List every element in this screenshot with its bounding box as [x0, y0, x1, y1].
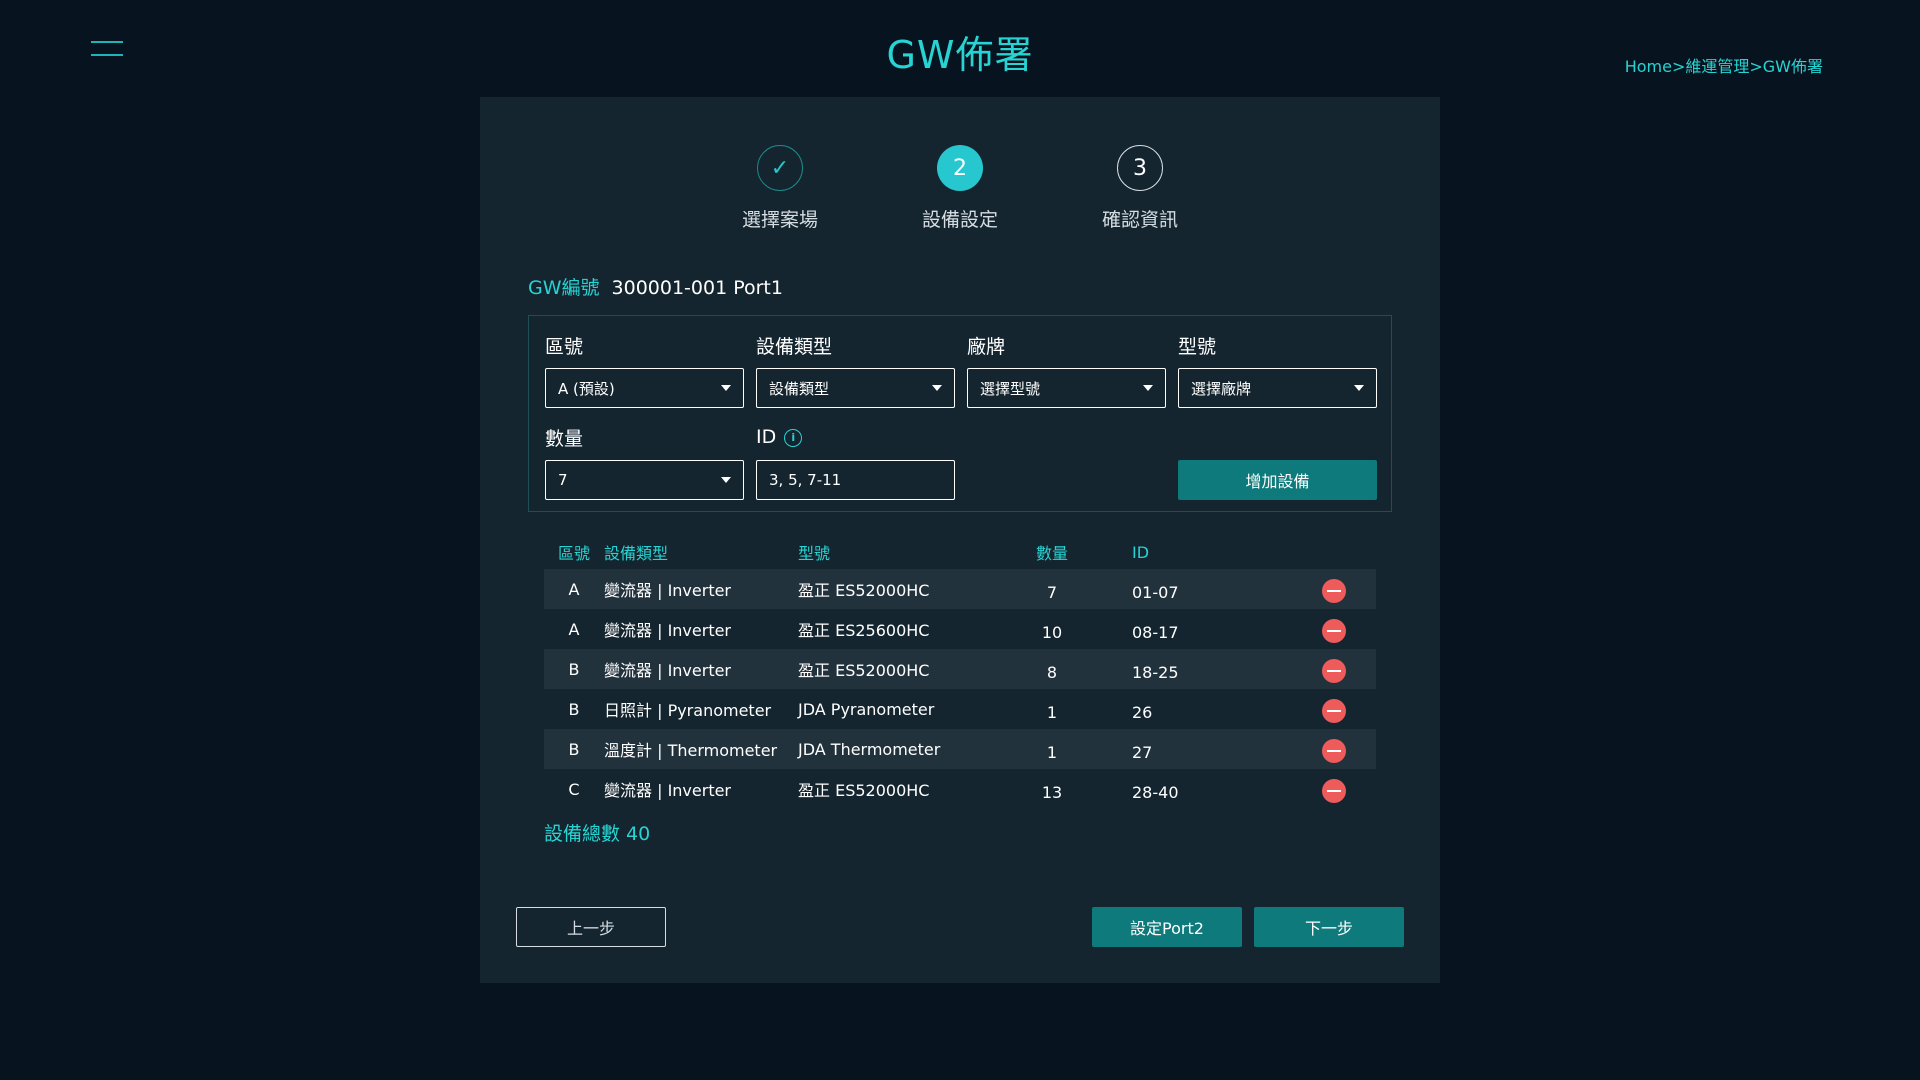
cell-zone: B: [568, 739, 580, 759]
step-number: 2: [937, 145, 983, 191]
caret-down-icon: [1354, 385, 1364, 391]
info-icon[interactable]: i: [784, 428, 803, 447]
remove-icon[interactable]: [1322, 659, 1346, 683]
zone-select[interactable]: A (預設): [545, 368, 744, 408]
cell-model: 盈正 ES52000HC: [798, 661, 930, 680]
device-table: 區號 設備類型 型號 數量 ID A 變流器 | Inverter 盈正 ES5…: [544, 535, 1376, 809]
remove-icon[interactable]: [1322, 619, 1346, 643]
quantity-select-value: 7: [558, 471, 568, 489]
device-type-select[interactable]: 設備類型: [756, 368, 955, 408]
cell-zone: B: [568, 699, 580, 719]
gw-number: GW編號 300001-001 Port1: [528, 273, 783, 300]
cell-zone: B: [568, 659, 580, 679]
caret-down-icon: [932, 385, 942, 391]
table-header: 區號 設備類型 型號 數量 ID: [544, 535, 1376, 569]
brand-select[interactable]: 選擇型號: [967, 368, 1166, 408]
cell-id: 08-17: [1132, 622, 1179, 642]
cell-model: JDA Pyranometer: [798, 699, 935, 719]
table-row: C 變流器 | Inverter 盈正 ES52000HC 13 28-40: [544, 769, 1376, 809]
col-model: 型號: [798, 544, 831, 563]
cell-type: 變流器 | Inverter: [604, 581, 732, 600]
quantity-label: 數量: [545, 428, 584, 450]
cell-zone: A: [568, 619, 580, 639]
device-type-label: 設備類型: [756, 336, 833, 358]
add-device-button[interactable]: 增加設備: [1178, 460, 1377, 500]
step-label: 設備設定: [921, 209, 998, 231]
col-zone: 區號: [557, 544, 590, 563]
gw-number-value: 300001-001 Port1: [611, 277, 783, 299]
cell-id: 26: [1132, 702, 1153, 722]
table-row: B 日照計 | Pyranometer JDA Pyranometer 1 26: [544, 689, 1376, 729]
remove-icon[interactable]: [1322, 739, 1346, 763]
set-port2-button[interactable]: 設定Port2: [1092, 907, 1242, 947]
next-step-button[interactable]: 下一步: [1254, 907, 1404, 947]
brand-select-value: 選擇型號: [980, 379, 1041, 398]
cell-qty: 1: [1046, 702, 1058, 722]
remove-icon[interactable]: [1322, 579, 1346, 603]
brand-label: 廠牌: [967, 336, 1006, 358]
step-select-site[interactable]: ✓ 選擇案場: [715, 145, 845, 232]
cell-type: 變流器 | Inverter: [604, 621, 732, 640]
table-row: B 變流器 | Inverter 盈正 ES52000HC 8 18-25: [544, 649, 1376, 689]
table-row: A 變流器 | Inverter 盈正 ES25600HC 10 08-17: [544, 609, 1376, 649]
quantity-select[interactable]: 7: [545, 460, 744, 500]
remove-icon[interactable]: [1322, 699, 1346, 723]
wizard-panel: ✓ 選擇案場 2 設備設定 3 確認資訊 GW編號 300001-001 Port…: [480, 97, 1440, 983]
breadcrumb[interactable]: Home>維運管理>GW佈署: [1625, 53, 1823, 77]
device-total: 設備總數 40: [544, 823, 651, 845]
cell-model: JDA Thermometer: [798, 739, 941, 759]
cell-model: 盈正 ES25600HC: [798, 621, 930, 640]
remove-icon[interactable]: [1322, 779, 1346, 803]
cell-model: 盈正 ES52000HC: [798, 581, 930, 600]
stepper: ✓ 選擇案場 2 設備設定 3 確認資訊: [480, 145, 1440, 245]
caret-down-icon: [1143, 385, 1153, 391]
col-qty: 數量: [1035, 544, 1068, 563]
device-type-select-value: 設備類型: [769, 379, 830, 398]
zone-select-value: A (預設): [558, 379, 615, 398]
cell-id: 18-25: [1132, 662, 1179, 682]
col-id: ID: [1132, 542, 1150, 562]
id-label: ID i: [756, 426, 803, 448]
table-row: B 溫度計 | Thermometer JDA Thermometer 1 27: [544, 729, 1376, 769]
cell-type: 變流器 | Inverter: [604, 781, 732, 800]
caret-down-icon: [721, 477, 731, 483]
cell-type: 變流器 | Inverter: [604, 661, 732, 680]
prev-step-button[interactable]: 上一步: [516, 907, 666, 947]
zone-label: 區號: [545, 336, 584, 358]
step-number: 3: [1117, 145, 1163, 191]
step-label: 選擇案場: [741, 209, 818, 231]
cell-qty: 10: [1041, 622, 1063, 642]
model-select[interactable]: 選擇廠牌: [1178, 368, 1377, 408]
col-type: 設備類型: [604, 544, 669, 563]
cell-model: 盈正 ES52000HC: [798, 781, 930, 800]
cell-zone: A: [568, 579, 580, 599]
cell-id: 01-07: [1132, 582, 1179, 602]
cell-qty: 7: [1046, 582, 1058, 602]
table-row: A 變流器 | Inverter 盈正 ES52000HC 7 01-07: [544, 569, 1376, 609]
cell-qty: 8: [1046, 662, 1058, 682]
cell-id: 27: [1132, 742, 1153, 762]
cell-id: 28-40: [1132, 782, 1179, 802]
caret-down-icon: [721, 385, 731, 391]
step-done-check-icon: ✓: [757, 145, 803, 191]
cell-type: 溫度計 | Thermometer: [604, 741, 778, 760]
model-select-value: 選擇廠牌: [1191, 379, 1252, 398]
device-form: 區號 A (預設) 設備類型 設備類型 廠牌 選擇型號 型號 選擇廠牌 數量 7…: [528, 315, 1392, 512]
id-label-text: ID: [756, 426, 777, 448]
gw-number-label: GW編號: [528, 277, 600, 299]
step-device-settings[interactable]: 2 設備設定: [895, 145, 1025, 232]
id-input[interactable]: [756, 460, 955, 500]
step-confirm-info[interactable]: 3 確認資訊: [1075, 145, 1205, 232]
cell-zone: C: [568, 779, 580, 799]
cell-qty: 13: [1041, 782, 1063, 802]
model-label: 型號: [1178, 336, 1217, 358]
cell-type: 日照計 | Pyranometer: [604, 701, 772, 720]
cell-qty: 1: [1046, 742, 1058, 762]
step-label: 確認資訊: [1101, 209, 1178, 231]
breadcrumb-link[interactable]: Home>維運管理>GW佈署: [1625, 57, 1823, 76]
